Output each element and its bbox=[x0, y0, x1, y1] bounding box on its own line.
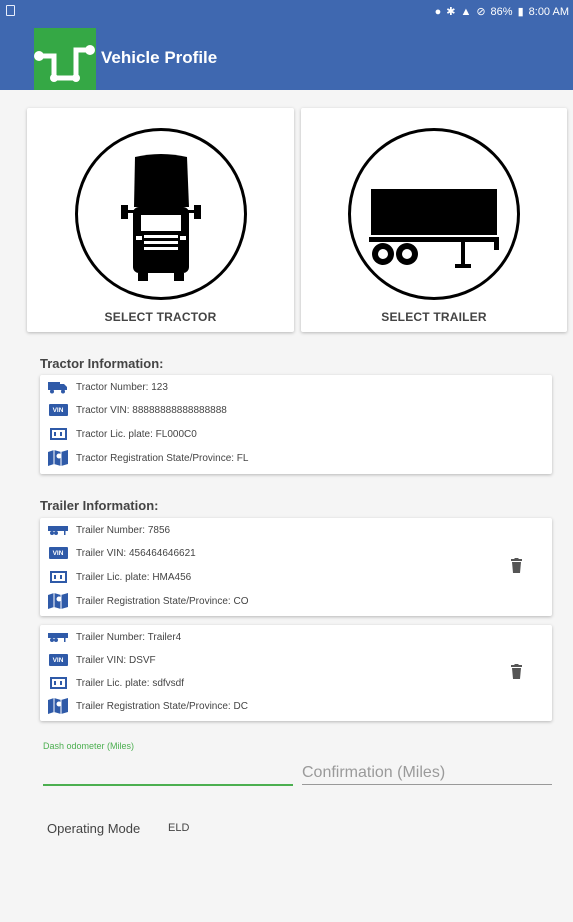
dash-odometer-underline bbox=[43, 784, 293, 786]
tractor-vin-row: VIN Tractor VIN: 88888888888888888 bbox=[48, 400, 227, 420]
trailer-number-row: Trailer Number: 7856 bbox=[48, 520, 170, 540]
map-icon bbox=[48, 450, 68, 466]
vin-icon-label: VIN bbox=[48, 404, 68, 416]
trailer-vin-row: VIN Trailer VIN: 456464646621 bbox=[48, 543, 196, 563]
tractor-info-card: Tractor Number: 123 VIN Tractor VIN: 888… bbox=[40, 375, 552, 474]
trailer-card: Trailer Number: Trailer4 VIN Trailer VIN… bbox=[40, 625, 552, 721]
trailer-state: Trailer Registration State/Province: DC bbox=[76, 700, 248, 712]
license-plate-icon bbox=[48, 676, 68, 690]
battery-icon: ▮ bbox=[517, 6, 524, 18]
trailer-info-heading: Trailer Information: bbox=[40, 498, 159, 513]
map-icon bbox=[48, 593, 68, 609]
operating-mode-label: Operating Mode bbox=[47, 821, 141, 836]
trailer-icon bbox=[348, 128, 520, 300]
tractor-number-row: Tractor Number: 123 bbox=[48, 377, 168, 397]
select-tractor-button[interactable]: SELECT TRACTOR bbox=[27, 108, 294, 332]
trailer-plate: Trailer Lic. plate: sdfvsdf bbox=[76, 677, 185, 689]
vin-icon: VIN bbox=[48, 653, 68, 667]
tractor-plate: Tractor Lic. plate: FL000C0 bbox=[76, 428, 197, 440]
map-icon bbox=[48, 698, 68, 714]
select-tractor-label: SELECT TRACTOR bbox=[104, 310, 217, 324]
location-icon: ● bbox=[434, 5, 442, 18]
confirmation-underline bbox=[302, 784, 552, 785]
tractor-state: Tractor Registration State/Province: FL bbox=[76, 452, 249, 464]
app-logo bbox=[34, 28, 96, 90]
operating-mode-value: ELD bbox=[168, 822, 190, 834]
truck-icon bbox=[48, 380, 68, 394]
vin-icon-label: VIN bbox=[48, 654, 68, 666]
delete-trailer-icon[interactable] bbox=[511, 664, 522, 679]
battery-percent: 86% bbox=[490, 5, 513, 18]
tractor-number: Tractor Number: 123 bbox=[76, 381, 168, 393]
status-icons: ● ✱ ▲ ⊘ 86% ▮ 8:00 AM bbox=[434, 5, 569, 19]
tractor-vin: Tractor VIN: 88888888888888888 bbox=[76, 404, 227, 416]
tractor-info-heading: Tractor Information: bbox=[40, 356, 164, 371]
trailer-number-row: Trailer Number: Trailer4 bbox=[48, 627, 181, 647]
trailer-plate: Trailer Lic. plate: HMA456 bbox=[76, 571, 192, 583]
trailer-vin: Trailer VIN: 456464646621 bbox=[76, 547, 196, 559]
tractor-icon bbox=[74, 128, 247, 300]
wifi-icon: ▲ bbox=[460, 5, 472, 18]
bluetooth-icon: ✱ bbox=[446, 6, 456, 18]
confirmation-input[interactable]: Confirmation (Miles) bbox=[302, 764, 445, 782]
page-title: Vehicle Profile bbox=[101, 48, 218, 67]
vin-icon-label: VIN bbox=[48, 547, 68, 559]
trailer-vin-row: VIN Trailer VIN: DSVF bbox=[48, 650, 156, 670]
select-trailer-label: SELECT TRAILER bbox=[381, 310, 487, 324]
tractor-state-row: Tractor Registration State/Province: FL bbox=[48, 448, 248, 468]
select-trailer-button[interactable]: SELECT TRAILER bbox=[301, 108, 567, 332]
dash-odometer-input[interactable] bbox=[43, 756, 293, 784]
delete-trailer-icon[interactable] bbox=[511, 558, 522, 573]
trailer-state-row: Trailer Registration State/Province: CO bbox=[48, 591, 248, 611]
trailer-state: Trailer Registration State/Province: CO bbox=[76, 595, 249, 607]
vin-icon: VIN bbox=[48, 403, 68, 417]
do-not-disturb-icon: ⊘ bbox=[476, 6, 486, 18]
trailer-small-icon bbox=[48, 523, 68, 537]
trailer-card: Trailer Number: 7856 VIN Trailer VIN: 45… bbox=[40, 518, 552, 616]
trailer-number: Trailer Number: Trailer4 bbox=[76, 631, 182, 643]
trailer-plate-row: Trailer Lic. plate: HMA456 bbox=[48, 567, 191, 587]
vin-icon: VIN bbox=[48, 546, 68, 560]
trailer-vin: Trailer VIN: DSVF bbox=[76, 654, 156, 666]
trailer-number: Trailer Number: 7856 bbox=[76, 524, 171, 536]
trailer-small-icon bbox=[48, 630, 68, 644]
trailer-state-row: Trailer Registration State/Province: DC bbox=[48, 696, 248, 716]
notification-icon bbox=[6, 5, 15, 16]
trailer-plate-row: Trailer Lic. plate: sdfvsdf bbox=[48, 673, 184, 693]
license-plate-icon bbox=[48, 570, 68, 584]
app-bar: Vehicle Profile bbox=[0, 24, 573, 90]
clock: 8:00 AM bbox=[528, 5, 569, 18]
status-bar: ● ✱ ▲ ⊘ 86% ▮ 8:00 AM bbox=[0, 0, 573, 24]
tractor-plate-row: Tractor Lic. plate: FL000C0 bbox=[48, 424, 197, 444]
license-plate-icon bbox=[48, 427, 68, 441]
dash-odometer-label: Dash odometer (Miles) bbox=[43, 741, 135, 751]
